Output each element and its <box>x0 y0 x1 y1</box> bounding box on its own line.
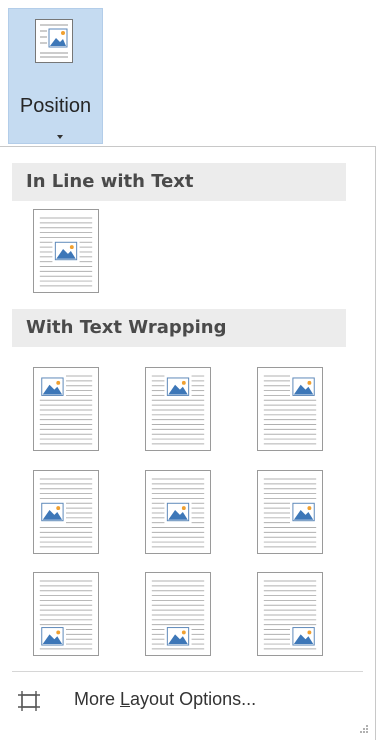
wrap-option-bottom-left[interactable] <box>33 572 99 656</box>
top-center-icon <box>151 375 205 445</box>
section-header-inline: In Line with Text <box>12 163 346 201</box>
wrap-option-bottom-center[interactable] <box>145 572 211 656</box>
divider <box>12 671 363 672</box>
wrap-option-top-right[interactable] <box>257 367 323 451</box>
wrap-option-middle-center[interactable] <box>145 470 211 554</box>
top-right-icon <box>263 375 317 445</box>
bottom-center-icon <box>151 580 205 650</box>
middle-right-icon <box>263 478 317 548</box>
wrap-option-top-left[interactable] <box>33 367 99 451</box>
more-layout-options-item[interactable]: More Layout Options... <box>12 677 362 723</box>
layout-options-icon <box>18 691 40 711</box>
position-label: Position <box>19 95 92 117</box>
inline-with-text-icon <box>39 217 93 287</box>
more-layout-options-label: More Layout Options... <box>74 689 257 709</box>
section-header-wrapping: With Text Wrapping <box>12 309 346 347</box>
position-picture-icon <box>35 19 73 63</box>
wrap-option-bottom-right[interactable] <box>257 572 323 656</box>
wrap-option-top-center[interactable] <box>145 367 211 451</box>
bottom-right-icon <box>263 580 317 650</box>
wrap-option-middle-left[interactable] <box>33 470 99 554</box>
resize-grip-icon[interactable] <box>359 724 369 734</box>
position-button[interactable]: Position <box>8 8 103 144</box>
position-dropdown-panel: In Line with Text With Text Wrapping Mor… <box>0 146 376 740</box>
bottom-left-icon <box>39 580 93 650</box>
middle-left-icon <box>39 478 93 548</box>
middle-center-icon <box>151 478 205 548</box>
chevron-down-icon <box>57 135 63 139</box>
top-left-icon <box>39 375 93 445</box>
inline-with-text-option[interactable] <box>33 209 99 293</box>
wrap-option-middle-right[interactable] <box>257 470 323 554</box>
